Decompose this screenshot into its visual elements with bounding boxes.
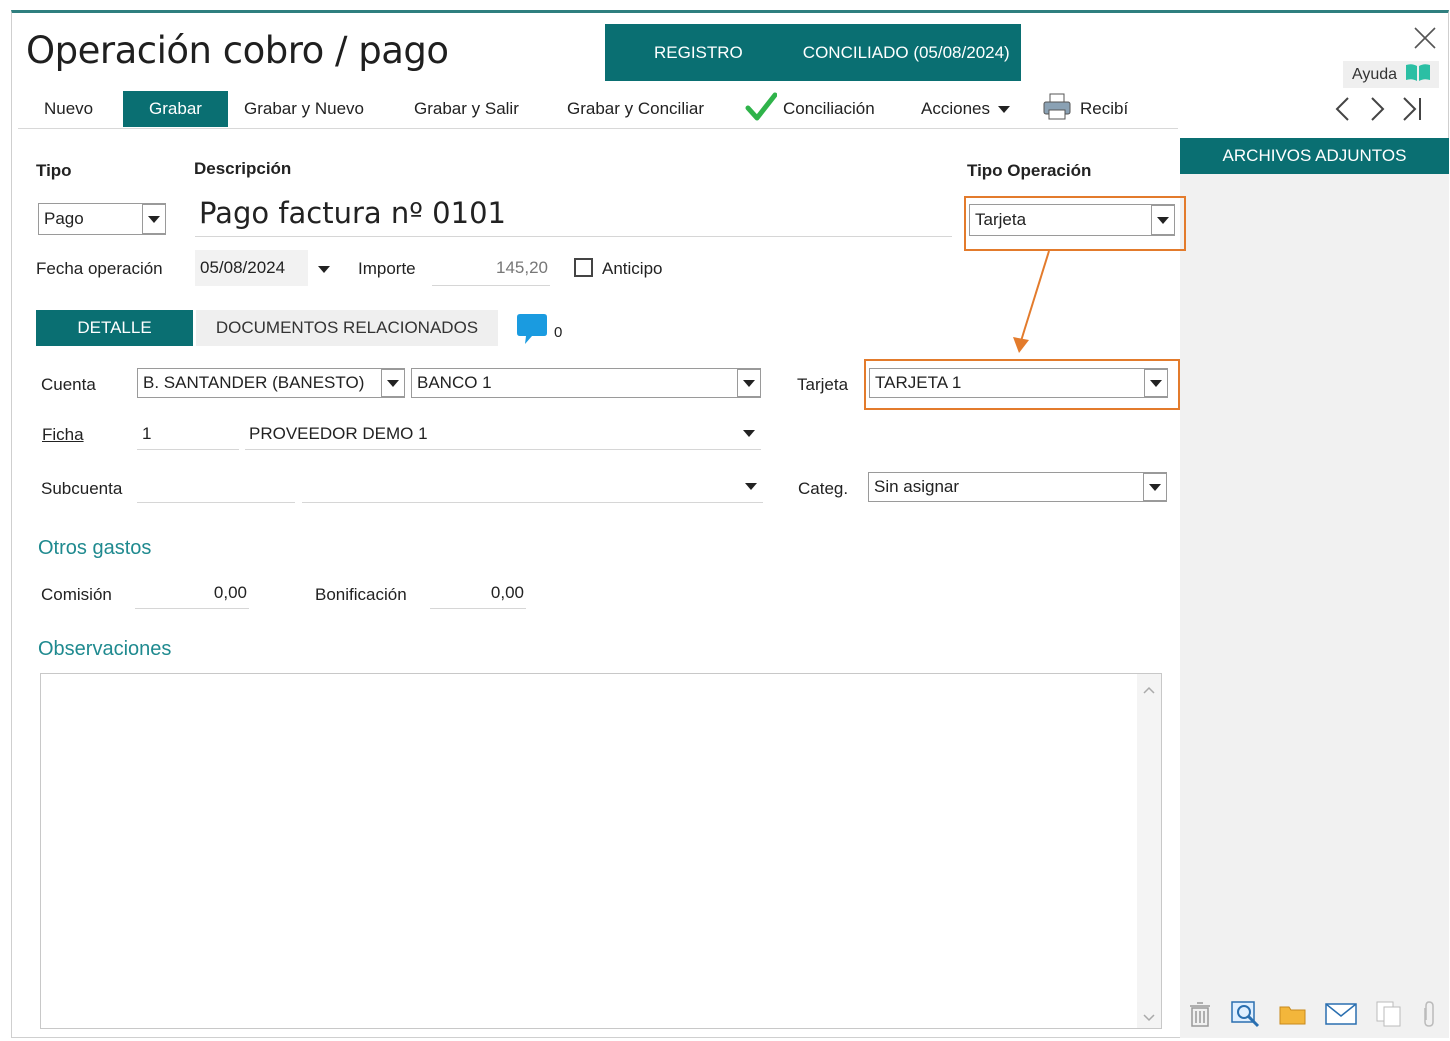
status-band: REGISTRO CONCILIADO (05/08/2024) <box>605 24 1021 81</box>
recibi-label: Recibí <box>1080 99 1129 118</box>
tarjeta-select[interactable]: TARJETA 1 <box>869 368 1168 398</box>
ficha-name-combo[interactable]: PROVEEDOR DEMO 1 <box>245 418 761 450</box>
chevron-down-icon <box>381 369 405 397</box>
chevron-down-icon <box>142 204 166 234</box>
categ-select[interactable]: Sin asignar <box>868 472 1167 502</box>
previous-icon[interactable] <box>1332 95 1354 128</box>
anticipo-checkbox[interactable] <box>574 258 593 277</box>
folder-icon[interactable] <box>1278 1001 1308 1032</box>
cuenta-nombre-value: BANCO 1 <box>417 373 492 392</box>
categ-label: Categ. <box>798 479 849 498</box>
printer-icon <box>1042 92 1072 127</box>
copy-icon[interactable] <box>1374 1000 1404 1033</box>
cuenta-banco-select[interactable]: B. SANTANDER (BANESTO) <box>137 368 405 398</box>
last-icon[interactable] <box>1400 95 1424 128</box>
subcuenta-name-combo[interactable] <box>302 471 763 503</box>
checkmark-icon <box>745 92 778 127</box>
descripcion-input[interactable]: Pago factura nº 0101 <box>195 189 952 237</box>
fecha-input[interactable]: 05/08/2024 <box>195 250 308 286</box>
grabar-conciliar-button[interactable]: Grabar y Conciliar <box>567 91 704 127</box>
highlight-arrow <box>1013 250 1050 353</box>
help-button[interactable]: Ayuda <box>1343 61 1439 88</box>
comision-label: Comisión <box>41 585 112 604</box>
attachments-toolbar <box>1186 1000 1446 1032</box>
otros-gastos-title: Otros gastos <box>38 537 152 559</box>
anticipo-label: Anticipo <box>602 259 663 278</box>
tipo-value: Pago <box>44 209 84 228</box>
tipo-operacion-label: Tipo Operación <box>967 161 1092 180</box>
attachments-title: ARCHIVOS ADJUNTOS <box>1180 138 1449 174</box>
chevron-down-icon <box>743 430 755 437</box>
trash-icon[interactable] <box>1186 1000 1214 1033</box>
bonificacion-input[interactable]: 0,00 <box>430 577 526 609</box>
chevron-down-icon <box>745 483 757 490</box>
operation-window: Operación cobro / pago REGISTRO CONCILIA… <box>11 10 1449 1038</box>
bonificacion-label: Bonificación <box>315 585 407 604</box>
paperclip-icon[interactable] <box>1420 1000 1438 1033</box>
help-label: Ayuda <box>1352 65 1398 83</box>
next-icon[interactable] <box>1366 95 1388 128</box>
grabar-nuevo-button[interactable]: Grabar y Nuevo <box>244 91 364 127</box>
ficha-code-input[interactable]: 1 <box>137 418 239 450</box>
tipo-operacion-select[interactable]: Tarjeta <box>969 204 1175 236</box>
conciliacion-label: Conciliación <box>783 99 875 118</box>
conciliacion-button[interactable]: Conciliación <box>745 91 875 127</box>
acciones-dropdown[interactable]: Acciones <box>921 91 1010 127</box>
acciones-label: Acciones <box>921 99 990 118</box>
cuenta-banco-value: B. SANTANDER (BANESTO) <box>143 373 365 392</box>
recibi-button[interactable]: Recibí <box>1042 91 1128 127</box>
comment-icon[interactable] <box>515 313 549 352</box>
page-title: Operación cobro / pago <box>26 29 449 72</box>
subcuenta-code-input[interactable] <box>137 471 295 503</box>
tab-detalle[interactable]: DETALLE <box>36 310 193 346</box>
comment-count: 0 <box>554 324 563 341</box>
toolbar: Nuevo Grabar Grabar y Nuevo Grabar y Sal… <box>18 91 1178 129</box>
book-icon <box>1405 62 1431 87</box>
tarjeta-label: Tarjeta <box>797 375 849 394</box>
ficha-link[interactable]: Ficha <box>42 425 84 445</box>
tipo-select[interactable]: Pago <box>38 203 166 235</box>
chevron-down-icon <box>997 105 1010 113</box>
date-dropdown-icon[interactable] <box>318 266 330 273</box>
mail-icon[interactable] <box>1324 1001 1358 1032</box>
descripcion-label: Descripción <box>194 159 292 178</box>
grabar-salir-button[interactable]: Grabar y Salir <box>414 91 519 127</box>
chevron-down-icon <box>737 369 761 397</box>
categ-value: Sin asignar <box>874 477 960 496</box>
observaciones-title: Observaciones <box>38 638 172 660</box>
importe-input[interactable]: 145,20 <box>432 250 550 286</box>
preview-icon[interactable] <box>1230 1000 1262 1033</box>
observaciones-textarea[interactable] <box>40 673 1162 1029</box>
tarjeta-value: TARJETA 1 <box>875 373 962 392</box>
subcuenta-label: Subcuenta <box>41 479 123 498</box>
observaciones-scrollbar[interactable] <box>1137 674 1161 1028</box>
cuenta-label: Cuenta <box>41 375 96 394</box>
status-registro: REGISTRO <box>654 42 743 62</box>
importe-label: Importe <box>358 259 416 278</box>
grabar-button[interactable]: Grabar <box>123 91 228 127</box>
chevron-down-icon <box>1144 369 1168 397</box>
close-icon[interactable] <box>1412 25 1438 51</box>
ficha-name-value: PROVEEDOR DEMO 1 <box>249 423 428 443</box>
cuenta-nombre-select[interactable]: BANCO 1 <box>411 368 761 398</box>
attachments-panel: ARCHIVOS ADJUNTOS <box>1180 138 1449 1038</box>
nuevo-button[interactable]: Nuevo <box>44 91 93 127</box>
status-conciliado: CONCILIADO (05/08/2024) <box>802 42 1010 62</box>
scroll-down-icon[interactable] <box>1142 1010 1156 1028</box>
scroll-up-icon[interactable] <box>1142 682 1156 700</box>
tipo-label: Tipo <box>36 161 72 180</box>
tab-documentos-relacionados[interactable]: DOCUMENTOS RELACIONADOS <box>196 310 498 346</box>
chevron-down-icon <box>1151 205 1175 235</box>
record-navigation <box>1332 95 1442 127</box>
chevron-down-icon <box>1143 473 1167 501</box>
comision-input[interactable]: 0,00 <box>135 577 249 609</box>
fecha-label: Fecha operación <box>36 259 163 278</box>
tipo-operacion-value: Tarjeta <box>975 210 1027 229</box>
